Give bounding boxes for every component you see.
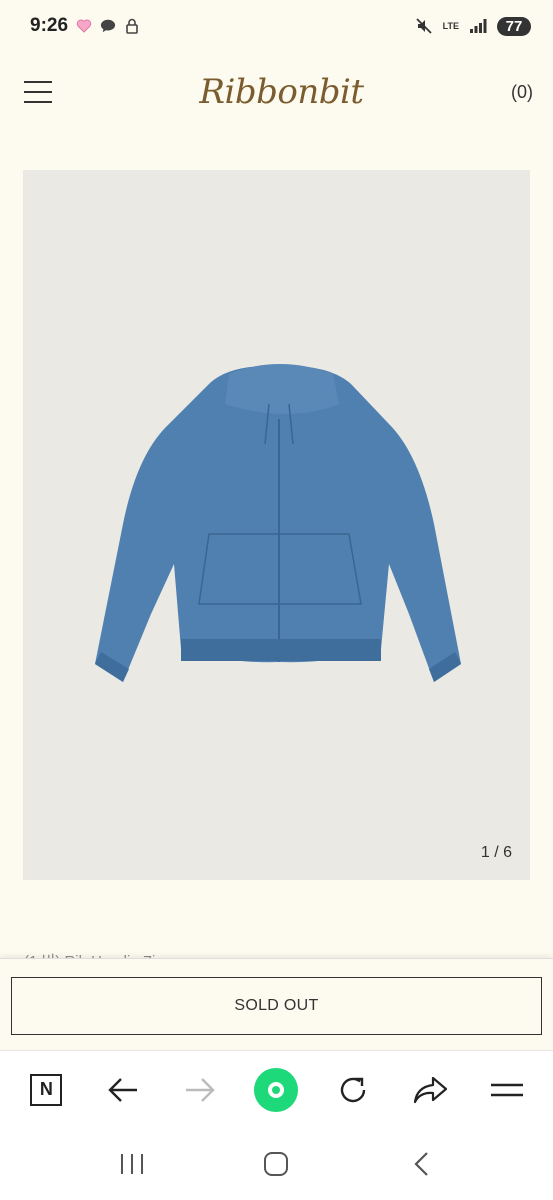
status-time: 9:26 xyxy=(30,15,69,36)
network-type: LTE xyxy=(442,20,459,31)
green-home-icon xyxy=(254,1067,299,1112)
menu-icon xyxy=(490,1083,523,1096)
chat-bubble-icon xyxy=(100,19,116,33)
lock-icon xyxy=(126,18,138,34)
green-home-button[interactable] xyxy=(250,1064,302,1116)
recents-button[interactable] xyxy=(107,1139,157,1189)
product-action-panel: SOLD OUT xyxy=(0,958,553,1050)
hamburger-menu-icon[interactable] xyxy=(24,81,52,103)
site-header: Ribbonbit (0) xyxy=(0,52,553,132)
back-icon xyxy=(414,1152,428,1176)
signal-icon xyxy=(470,19,487,33)
brand-logo[interactable]: Ribbonbit xyxy=(199,72,364,112)
share-button[interactable] xyxy=(404,1064,456,1116)
product-image-gallery[interactable]: 1 / 6 xyxy=(23,170,530,880)
home-button[interactable] xyxy=(251,1139,301,1189)
n-icon: N xyxy=(30,1073,63,1106)
hoodie-image xyxy=(95,364,461,682)
refresh-icon xyxy=(340,1077,366,1102)
system-nav-bar xyxy=(0,1128,553,1200)
mute-icon xyxy=(416,18,432,34)
back-button[interactable] xyxy=(97,1064,149,1116)
status-bar: 9:26 LTE 77 xyxy=(0,0,553,52)
share-icon xyxy=(413,1076,447,1103)
system-back-button[interactable] xyxy=(396,1139,446,1189)
browser-toolbar: N xyxy=(0,1050,553,1128)
browser-menu-button[interactable] xyxy=(481,1064,533,1116)
forward-arrow-icon xyxy=(185,1077,215,1102)
back-arrow-icon xyxy=(108,1077,138,1102)
image-counter: 1 / 6 xyxy=(480,844,512,861)
recents-icon xyxy=(121,1154,144,1174)
naver-button[interactable]: N xyxy=(20,1064,72,1116)
heart-icon xyxy=(76,19,92,33)
status-left: 9:26 xyxy=(30,15,140,37)
refresh-button[interactable] xyxy=(327,1064,379,1116)
cart-button[interactable]: (0) xyxy=(511,82,533,103)
forward-button[interactable] xyxy=(174,1064,226,1116)
battery-level: 77 xyxy=(497,16,531,36)
sold-out-button[interactable]: SOLD OUT xyxy=(11,977,542,1035)
home-icon xyxy=(264,1152,289,1176)
status-right: LTE 77 xyxy=(415,16,531,36)
